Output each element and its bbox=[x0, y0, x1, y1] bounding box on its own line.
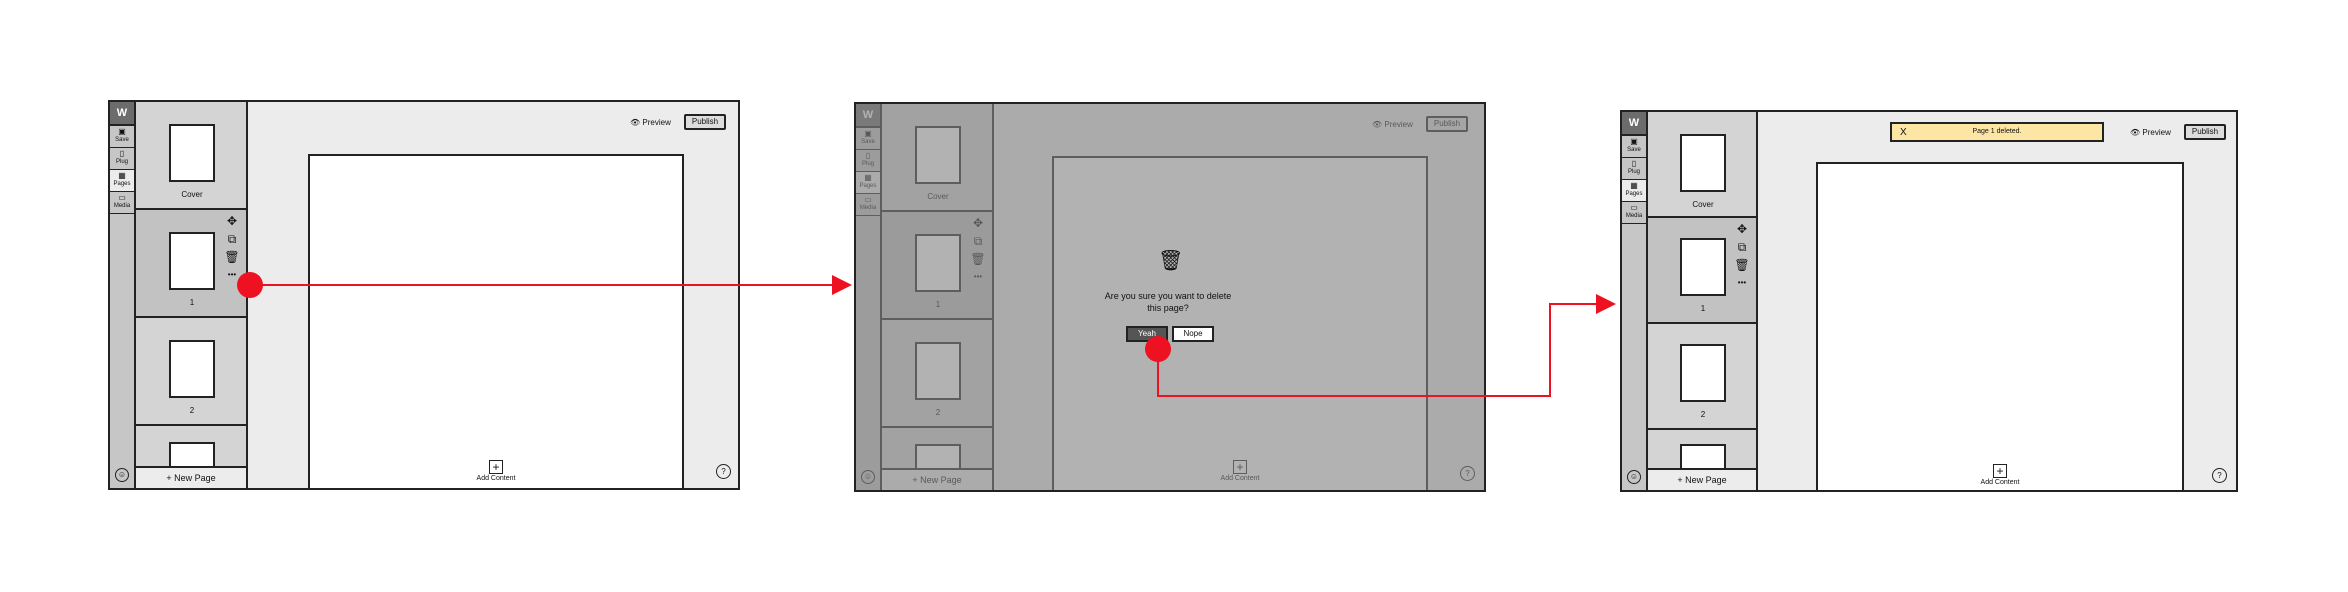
page-label: 2 bbox=[1700, 410, 1706, 419]
nope-button[interactable]: Nope bbox=[1172, 326, 1214, 342]
toast-message: Page 1 deleted. bbox=[1972, 128, 2022, 135]
preview-button[interactable]: 👁 Preview bbox=[630, 118, 671, 127]
publish-button[interactable]: Publish bbox=[684, 114, 726, 130]
rail-media[interactable]: ▭Media bbox=[110, 192, 134, 214]
rail-media[interactable]: ▭Media bbox=[1622, 202, 1646, 224]
tap-indicator-trash bbox=[237, 272, 263, 298]
pages-icon: ▦ bbox=[1630, 181, 1638, 190]
page-thumbnail bbox=[169, 124, 215, 182]
media-icon: ▭ bbox=[118, 193, 126, 202]
user-icon[interactable]: ☺ bbox=[1627, 470, 1641, 484]
rail-save[interactable]: ▣Save bbox=[1622, 136, 1646, 158]
page-canvas[interactable] bbox=[308, 154, 684, 488]
page-label: 1 bbox=[189, 298, 195, 307]
eye-icon: 👁 bbox=[2130, 128, 2143, 137]
page-thumbnail bbox=[1680, 134, 1726, 192]
plug-icon: ▯ bbox=[119, 149, 125, 158]
pages-panel: Cover 1 ✥ ⧉ 🗑 ••• 2 + New Page bbox=[136, 102, 248, 488]
trash-icon[interactable]: 🗑 bbox=[1734, 256, 1750, 274]
app-logo: W bbox=[1622, 112, 1646, 136]
move-icon[interactable]: ✥ bbox=[1734, 220, 1750, 238]
copy-icon[interactable]: ⧉ bbox=[224, 230, 240, 248]
page-thumbnail bbox=[169, 340, 215, 398]
page-label: 2 bbox=[189, 406, 195, 415]
copy-icon[interactable]: ⧉ bbox=[1734, 238, 1750, 256]
page-item-2[interactable]: 2 bbox=[136, 318, 246, 426]
page-tools: ✥ ⧉ 🗑 ••• bbox=[224, 212, 240, 284]
screen-1-page-selected: W ▣ Save ▯ Plug ▦ Pages ▭ Media ☺ Cover 1 ✥ … bbox=[108, 100, 740, 490]
plus-box-icon: + bbox=[1993, 464, 2007, 478]
new-page-button[interactable]: + New Page bbox=[136, 466, 246, 488]
screen-2-delete-confirm: W ▣Save ▯Plug ▦Pages ▭Media ☺ Cover 1 ✥ … bbox=[854, 102, 1486, 492]
user-icon[interactable]: ☺ bbox=[115, 468, 129, 482]
preview-button[interactable]: 👁 Preview bbox=[2130, 128, 2171, 137]
page-item-2[interactable]: 2 bbox=[1648, 324, 1756, 430]
rail-plug[interactable]: ▯Plug bbox=[110, 148, 134, 170]
page-item-1[interactable]: 1 ✥ ⧉ 🗑 ••• bbox=[136, 210, 246, 318]
publish-button[interactable]: Publish bbox=[2184, 124, 2226, 140]
rail-pages[interactable]: ▦Pages bbox=[1622, 180, 1646, 202]
page-item-cover[interactable]: Cover bbox=[136, 102, 246, 210]
rail-plug[interactable]: ▯Plug bbox=[1622, 158, 1646, 180]
page-tools: ✥ ⧉ 🗑 ••• bbox=[1734, 220, 1750, 292]
more-icon[interactable]: ••• bbox=[1734, 274, 1750, 292]
help-icon[interactable]: ? bbox=[2212, 468, 2227, 483]
page-canvas[interactable] bbox=[1816, 162, 2184, 490]
rail-save[interactable]: ▣Save bbox=[110, 126, 134, 148]
plug-icon: ▯ bbox=[1631, 159, 1637, 168]
add-content-button[interactable]: + Add Content bbox=[466, 460, 526, 482]
page-label: Cover bbox=[181, 190, 203, 199]
page-thumbnail bbox=[169, 232, 215, 290]
tap-indicator-yeah bbox=[1145, 336, 1171, 362]
trash-icon: 🗑 bbox=[1158, 250, 1184, 272]
add-content-button[interactable]: + Add Content bbox=[1970, 464, 2030, 486]
help-icon[interactable]: ? bbox=[716, 464, 731, 479]
pages-panel: Cover 1 ✥ ⧉ 🗑 ••• 2 + New Page bbox=[1648, 112, 1758, 490]
page-item-1[interactable]: 1 ✥ ⧉ 🗑 ••• bbox=[1648, 218, 1756, 324]
delete-confirm-message: Are you sure you want to delete this pag… bbox=[1104, 291, 1232, 314]
page-thumbnail bbox=[1680, 344, 1726, 402]
page-label: 1 bbox=[1700, 304, 1706, 313]
move-icon[interactable]: ✥ bbox=[224, 212, 240, 230]
page-label: Cover bbox=[1692, 200, 1714, 209]
eye-icon: 👁 bbox=[630, 118, 643, 127]
screen-3-page-deleted: W ▣ Save ▯ Plug ▦ Pages ▭ Media ☺ Cover 1 ✥ … bbox=[1620, 110, 2238, 492]
left-rail: W ▣Save ▯Plug ▦Pages ▭Media ☺ bbox=[110, 102, 136, 488]
trash-icon[interactable]: 🗑 bbox=[224, 248, 240, 266]
page-item-cover[interactable]: Cover bbox=[1648, 112, 1756, 218]
media-icon: ▭ bbox=[1630, 203, 1638, 212]
rail-pages[interactable]: ▦Pages bbox=[110, 170, 134, 192]
new-page-button[interactable]: + New Page bbox=[1648, 468, 1756, 490]
save-icon: ▣ bbox=[1630, 137, 1638, 146]
left-rail: W ▣Save ▯Plug ▦Pages ▭Media ☺ bbox=[1622, 112, 1648, 490]
plus-box-icon: + bbox=[489, 460, 503, 474]
app-logo: W bbox=[110, 102, 134, 126]
deleted-toast: X Page 1 deleted. bbox=[1890, 122, 2104, 142]
pages-icon: ▦ bbox=[118, 171, 126, 180]
page-thumbnail bbox=[1680, 238, 1726, 296]
save-icon: ▣ bbox=[118, 127, 126, 136]
